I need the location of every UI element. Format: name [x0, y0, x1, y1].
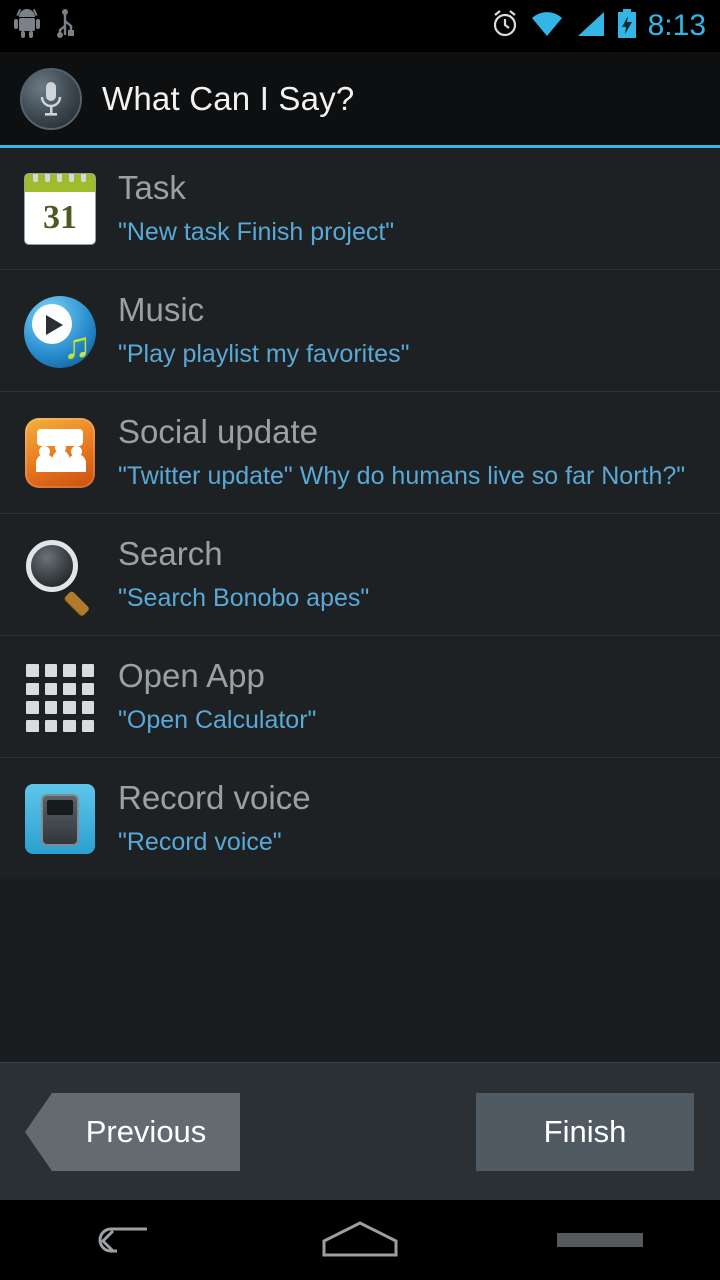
voice-recorder-icon [18, 778, 102, 854]
alarm-clock-icon [490, 9, 520, 44]
battery-charging-icon [616, 8, 638, 44]
recent-apps-icon[interactable] [540, 1200, 660, 1280]
calendar-icon: 31 [18, 168, 102, 244]
finish-button[interactable]: Finish [476, 1092, 694, 1171]
list-item-music[interactable]: ♫ Music "Play playlist my favorites" [0, 270, 720, 392]
list-item-text: Record voice "Record voice" [102, 778, 311, 859]
command-list: 31 Task "New task Finish project" ♫ Musi… [0, 148, 720, 879]
microphone-icon [20, 67, 82, 130]
status-bar-right-icons: 8:13 [490, 8, 706, 44]
list-item-example: "Open Calculator" [118, 706, 317, 734]
wifi-icon [530, 10, 564, 43]
app-title-bar: What Can I Say? [0, 52, 720, 148]
android-robot-icon [14, 8, 40, 44]
list-item-example: "Record voice" [118, 828, 282, 856]
list-item-title: Search [118, 535, 223, 572]
list-item-text: Search "Search Bonobo apes" [102, 534, 369, 615]
list-item-open-app[interactable]: Open App "Open Calculator" [0, 636, 720, 758]
calendar-day-number: 31 [43, 199, 77, 236]
social-update-icon [18, 412, 102, 488]
cellular-signal-icon [574, 10, 606, 43]
list-item-title: Social update [118, 413, 318, 450]
list-item-text: Open App "Open Calculator" [102, 656, 316, 737]
list-item-text: Social update "Twitter update" Why do hu… [102, 412, 685, 493]
list-item-text: Task "New task Finish project" [102, 168, 394, 249]
list-item-title: Record voice [118, 779, 311, 816]
status-bar-clock: 8:13 [647, 9, 706, 42]
list-item-example: "Search Bonobo apes" [118, 584, 370, 612]
list-item-example: "New task Finish project" [118, 218, 395, 246]
previous-button[interactable]: Previous [25, 1092, 240, 1171]
list-item-social-update[interactable]: Social update "Twitter update" Why do hu… [0, 392, 720, 514]
status-bar: 8:13 [0, 0, 720, 52]
list-item-title: Open App [118, 657, 265, 694]
list-item-record-voice[interactable]: Record voice "Record voice" [0, 758, 720, 879]
list-item-title: Music [118, 291, 205, 328]
system-navigation-bar [0, 1200, 720, 1280]
usb-icon [54, 8, 76, 44]
app-grid-icon [18, 656, 102, 734]
page-title: What Can I Say? [102, 79, 355, 117]
status-bar-left-icons [14, 8, 76, 44]
list-item-example: "Play playlist my favorites" [118, 340, 410, 368]
phone-screen: 8:13 What Can I Say? 31 Task "New task F… [0, 0, 720, 1280]
search-icon [18, 534, 102, 617]
list-item-title: Task [118, 169, 186, 206]
music-icon: ♫ [18, 290, 102, 368]
back-icon[interactable] [60, 1200, 180, 1280]
wizard-footer: Previous Finish [0, 1062, 720, 1200]
list-item-example: "Twitter update" Why do humans live so f… [118, 462, 686, 490]
home-icon[interactable] [300, 1200, 420, 1280]
list-item-task[interactable]: 31 Task "New task Finish project" [0, 148, 720, 270]
list-item-search[interactable]: Search "Search Bonobo apes" [0, 514, 720, 636]
list-item-text: Music "Play playlist my favorites" [102, 290, 409, 371]
